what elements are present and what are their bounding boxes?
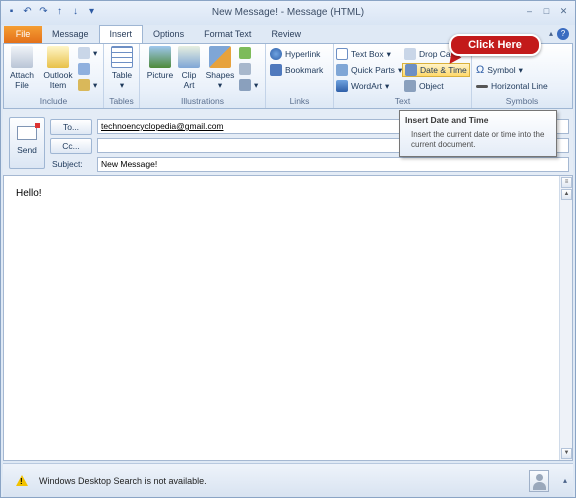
signature-button[interactable]: ▾ [78, 78, 97, 92]
picture-icon [149, 46, 171, 68]
maximize-button[interactable]: □ [539, 4, 554, 18]
text-box-icon [336, 48, 348, 60]
picture-button[interactable]: Picture [144, 46, 176, 80]
tab-review[interactable]: Review [261, 26, 311, 43]
date-time-button[interactable]: Date & Time [402, 63, 470, 77]
table-icon [111, 46, 133, 68]
smartart-button[interactable] [239, 46, 251, 60]
to-button[interactable]: To... [50, 119, 92, 135]
calendar-button[interactable] [78, 62, 90, 76]
horizontal-line-button[interactable]: Horizontal Line [476, 79, 548, 93]
subject-label: Subject: [52, 159, 83, 169]
tooltip-body: Insert the current date or time into the… [411, 130, 545, 149]
hyperlink-icon [270, 48, 282, 60]
drop-cap-button[interactable]: Drop Ca [404, 47, 451, 61]
paperclip-icon [11, 46, 33, 68]
calendar-clock-icon [405, 64, 417, 76]
object-icon [404, 80, 416, 92]
scroll-down-icon[interactable]: ▼ [561, 448, 572, 459]
bookmark-icon [270, 64, 282, 76]
tab-options[interactable]: Options [143, 26, 194, 43]
horizontal-line-icon [476, 84, 488, 88]
quick-parts-button[interactable]: Quick Parts ▾ [336, 63, 402, 77]
wordart-icon [336, 80, 348, 92]
group-tables: Table ▾ Tables [104, 44, 140, 108]
clip-art-icon [178, 46, 200, 68]
person-avatar-icon[interactable] [529, 470, 549, 492]
group-label-links: Links [289, 96, 310, 106]
cc-button[interactable]: Cc... [50, 138, 92, 154]
screenshot-icon [239, 79, 251, 91]
minimize-ribbon-icon[interactable]: ▴ [549, 29, 553, 38]
group-links: Hyperlink Bookmark Links [266, 44, 334, 108]
message-body-text[interactable]: Hello! [16, 188, 42, 199]
smartart-icon [239, 47, 251, 59]
quick-parts-icon [336, 64, 348, 76]
warning-icon: ! [16, 475, 28, 486]
status-bar: ! Windows Desktop Search is not availabl… [3, 463, 573, 497]
bookmark-button[interactable]: Bookmark [270, 63, 323, 77]
tooltip-title: Insert Date and Time [405, 115, 489, 125]
drop-cap-icon [404, 48, 416, 60]
group-include: Attach File Outlook Item ▾ ▾ Include [4, 44, 104, 108]
object-button[interactable]: Object [404, 79, 444, 93]
signature-icon [78, 79, 90, 91]
expand-people-pane-icon[interactable]: ▴ [563, 476, 567, 485]
clip-art-button[interactable]: Clip Art [178, 46, 200, 90]
wordart-button[interactable]: WordArt ▾ [336, 79, 389, 93]
window-controls: – □ ✕ [522, 4, 571, 18]
group-label-symbols: Symbols [505, 96, 539, 106]
tab-insert[interactable]: Insert [98, 25, 144, 43]
ruler-toggle-icon[interactable]: ≡ [561, 177, 572, 188]
send-button[interactable]: Send [9, 117, 45, 169]
group-illustrations: Picture Clip Art Shapes ▾ ▾ Illustrations [140, 44, 266, 108]
symbol-button[interactable]: Ω Symbol ▾ [476, 63, 523, 77]
scroll-up-icon[interactable]: ▲ [561, 189, 572, 200]
group-label-text: Text [394, 96, 411, 106]
help-icon[interactable]: ? [557, 28, 569, 40]
chart-icon [239, 63, 251, 75]
title-bar: ▪ ↶ ↷ ↑ ↓ ▾ New Message! - Message (HTML… [1, 1, 575, 25]
click-here-callout: Click Here [449, 34, 541, 56]
vertical-scrollbar[interactable]: ≡ ▲ ▼ [559, 176, 572, 460]
shapes-button[interactable]: Shapes ▾ [204, 46, 236, 90]
tab-message[interactable]: Message [42, 26, 99, 43]
business-card-icon [78, 47, 90, 59]
hyperlink-button[interactable]: Hyperlink [270, 47, 320, 61]
minimize-button[interactable]: – [522, 4, 537, 18]
business-card-button[interactable]: ▾ [78, 46, 97, 60]
close-button[interactable]: ✕ [556, 4, 571, 18]
calendar-icon [78, 63, 90, 75]
outlook-message-window: ▪ ↶ ↷ ↑ ↓ ▾ New Message! - Message (HTML… [0, 0, 576, 498]
screenshot-button[interactable]: ▾ [239, 78, 258, 92]
envelope-icon [47, 46, 69, 68]
subject-field[interactable]: New Message! [97, 157, 569, 172]
tab-format-text[interactable]: Format Text [194, 26, 261, 43]
omega-icon: Ω [476, 64, 485, 76]
chart-button[interactable] [239, 62, 251, 76]
table-button[interactable]: Table ▾ [109, 46, 135, 90]
attach-file-button[interactable]: Attach File [7, 46, 37, 90]
tab-file[interactable]: File [4, 26, 42, 43]
send-envelope-icon [17, 123, 40, 140]
group-label-include: Include [39, 96, 68, 106]
message-body[interactable]: Hello! ≡ ▲ ▼ [3, 175, 573, 461]
outlook-item-button[interactable]: Outlook Item [40, 46, 76, 90]
status-text: Windows Desktop Search is not available. [39, 476, 207, 486]
shapes-icon [209, 46, 231, 68]
group-label-illustrations: Illustrations [181, 96, 224, 106]
group-label-tables: Tables [109, 96, 134, 106]
date-time-tooltip: Insert Date and Time Insert the current … [399, 110, 557, 157]
window-title: New Message! - Message (HTML) [211, 7, 365, 18]
text-box-button[interactable]: Text Box ▾ [336, 47, 391, 61]
